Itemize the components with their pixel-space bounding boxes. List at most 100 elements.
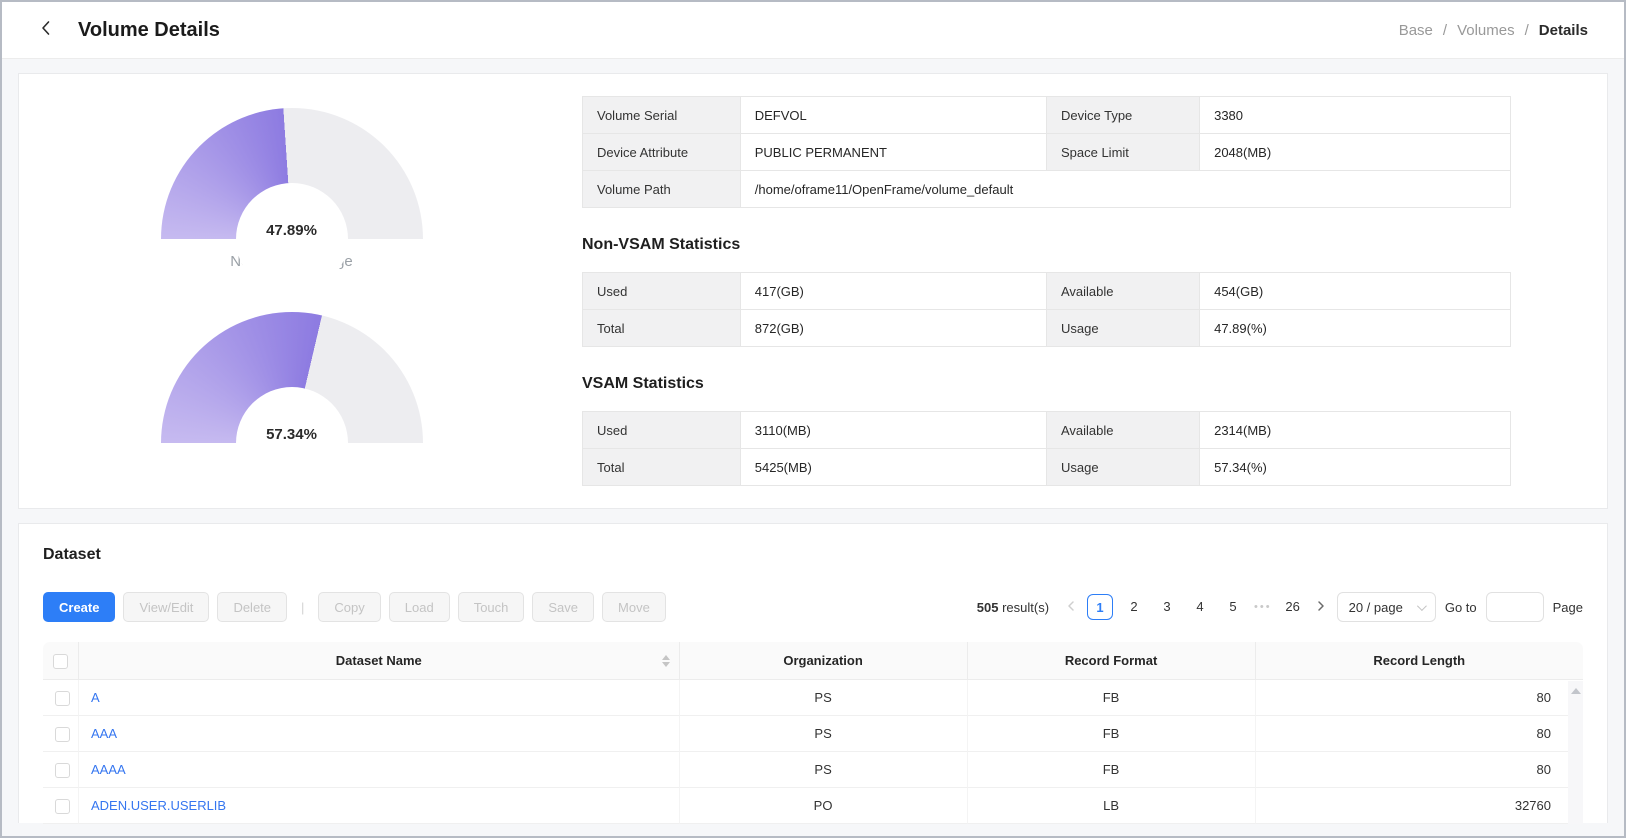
page-button-5[interactable]: 5 (1221, 594, 1245, 620)
dataset-name-cell: A (79, 680, 680, 716)
column-header-record-format: Record Format (968, 642, 1256, 680)
vsam-usage-gauge: 57.34% VSAM Usage (161, 312, 423, 474)
next-page-button[interactable] (1314, 600, 1328, 615)
previous-page-button[interactable] (1064, 600, 1078, 615)
vertical-scrollbar[interactable] (1568, 681, 1583, 824)
row-checkbox[interactable] (55, 727, 70, 742)
results-number: 505 (977, 600, 999, 615)
page-title: Volume Details (78, 19, 220, 42)
table-header-row: Dataset Name Organization Record Format … (43, 642, 1583, 680)
column-header-organization: Organization (680, 642, 968, 680)
vsam-gauge-value: 57.34% (161, 426, 423, 443)
table-row: Total 5425(MB) Usage 57.34(%) (583, 449, 1511, 486)
nonvsam-statistics-table: Used 417(GB) Available 454(GB) Total 872… (582, 272, 1511, 347)
organization-cell: PS (680, 716, 968, 752)
select-all-checkbox[interactable] (53, 654, 68, 669)
dataset-title: Dataset (43, 546, 1583, 564)
table-row: Volume Serial DEFVOL Device Type 3380 (583, 97, 1511, 134)
used-value: 417(GB) (740, 273, 1046, 310)
nonvsam-statistics-title: Non-VSAM Statistics (582, 236, 1511, 254)
app-window: Volume Details Base / Volumes / Details … (0, 0, 1626, 838)
chevron-down-icon (1417, 601, 1427, 611)
copy-button[interactable]: Copy (318, 592, 380, 622)
page-button-4[interactable]: 4 (1188, 594, 1212, 620)
goto-label: Go to (1445, 600, 1477, 615)
pagination: 505 result(s) 1 2 3 4 5 ••• 26 20 / p (977, 592, 1583, 622)
record-format-cell: FB (968, 680, 1256, 716)
create-button[interactable]: Create (43, 592, 115, 622)
page-button-26[interactable]: 26 (1281, 594, 1305, 620)
organization-cell: PS (680, 680, 968, 716)
row-checkbox[interactable] (55, 691, 70, 706)
row-checkbox[interactable] (55, 763, 70, 778)
page-button-3[interactable]: 3 (1155, 594, 1179, 620)
record-length-cell: 80 (1256, 680, 1583, 716)
available-label: Available (1046, 273, 1199, 310)
page-content: 47.89% Non-VSAM Usage 57.34% VSAM Usage (2, 59, 1624, 836)
dataset-link[interactable]: AAAA (91, 762, 126, 777)
dataset-name-cell: AAAA (79, 752, 680, 788)
dataset-link[interactable]: ADEN.USER.USERLIB (91, 798, 226, 813)
toolbar-divider: | (301, 600, 304, 615)
results-label: result(s) (998, 600, 1049, 615)
load-button[interactable]: Load (389, 592, 450, 622)
column-header-dataset-name[interactable]: Dataset Name (79, 642, 680, 680)
usage-value: 57.34(%) (1200, 449, 1511, 486)
table-row: Used 417(GB) Available 454(GB) (583, 273, 1511, 310)
view-edit-button[interactable]: View/Edit (123, 592, 209, 622)
table-row: Volume Path /home/oframe11/OpenFrame/vol… (583, 171, 1511, 208)
vsam-statistics-title: VSAM Statistics (582, 375, 1511, 393)
table-row: AAA PS FB 80 (43, 716, 1583, 752)
used-label: Used (583, 273, 741, 310)
usage-label: Usage (1046, 310, 1199, 347)
move-button[interactable]: Move (602, 592, 666, 622)
dataset-table: Dataset Name Organization Record Format … (43, 642, 1583, 824)
breadcrumb-separator: / (1525, 22, 1529, 39)
page-button-1[interactable]: 1 (1087, 594, 1113, 620)
dataset-link[interactable]: AAA (91, 726, 117, 741)
page-button-2[interactable]: 2 (1122, 594, 1146, 620)
total-value: 872(GB) (740, 310, 1046, 347)
delete-button[interactable]: Delete (217, 592, 287, 622)
usage-value: 47.89(%) (1200, 310, 1511, 347)
select-all-header (43, 642, 79, 680)
back-button[interactable] (38, 19, 54, 42)
record-format-cell: LB (968, 788, 1256, 824)
total-value: 5425(MB) (740, 449, 1046, 486)
page-ellipsis[interactable]: ••• (1254, 601, 1272, 613)
device-attribute-label: Device Attribute (583, 134, 741, 171)
table-row: Total 872(GB) Usage 47.89(%) (583, 310, 1511, 347)
sort-icon[interactable] (662, 655, 670, 667)
table-row: A PS FB 80 (43, 680, 1583, 716)
volume-info-table: Volume Serial DEFVOL Device Type 3380 De… (582, 96, 1511, 208)
row-checkbox[interactable] (55, 799, 70, 814)
dataset-name-cell: ADEN.USER.USERLIB (79, 788, 680, 824)
table-row: Used 3110(MB) Available 2314(MB) (583, 412, 1511, 449)
vsam-gauge-chart: 57.34% (161, 312, 423, 443)
dataset-table-wrap: Dataset Name Organization Record Format … (43, 642, 1583, 824)
column-label: Dataset Name (336, 653, 422, 668)
row-select-cell (43, 788, 79, 824)
touch-button[interactable]: Touch (458, 592, 525, 622)
dataset-toolbar: Create View/Edit Delete | Copy Load Touc… (43, 592, 1583, 622)
table-row: AAAA PS FB 80 (43, 752, 1583, 788)
save-button[interactable]: Save (532, 592, 594, 622)
volume-serial-label: Volume Serial (583, 97, 741, 134)
breadcrumb-item-volumes[interactable]: Volumes (1457, 22, 1515, 39)
nonvsam-usage-gauge: 47.89% Non-VSAM Usage (161, 108, 423, 270)
page-word-label: Page (1553, 600, 1583, 615)
breadcrumb-item-base[interactable]: Base (1399, 22, 1433, 39)
page-size-select[interactable]: 20 / page (1337, 592, 1436, 622)
dataset-section: Dataset Create View/Edit Delete | Copy L… (18, 523, 1608, 823)
vsam-statistics-table: Used 3110(MB) Available 2314(MB) Total 5… (582, 411, 1511, 486)
breadcrumb: Base / Volumes / Details (1399, 22, 1588, 39)
goto-page-input[interactable] (1486, 592, 1544, 622)
record-length-cell: 80 (1256, 752, 1583, 788)
space-limit-label: Space Limit (1046, 134, 1199, 171)
used-value: 3110(MB) (740, 412, 1046, 449)
top-bar: Volume Details Base / Volumes / Details (2, 2, 1624, 59)
column-header-record-length: Record Length (1256, 642, 1583, 680)
available-label: Available (1046, 412, 1199, 449)
usage-label: Usage (1046, 449, 1199, 486)
dataset-link[interactable]: A (91, 690, 100, 705)
